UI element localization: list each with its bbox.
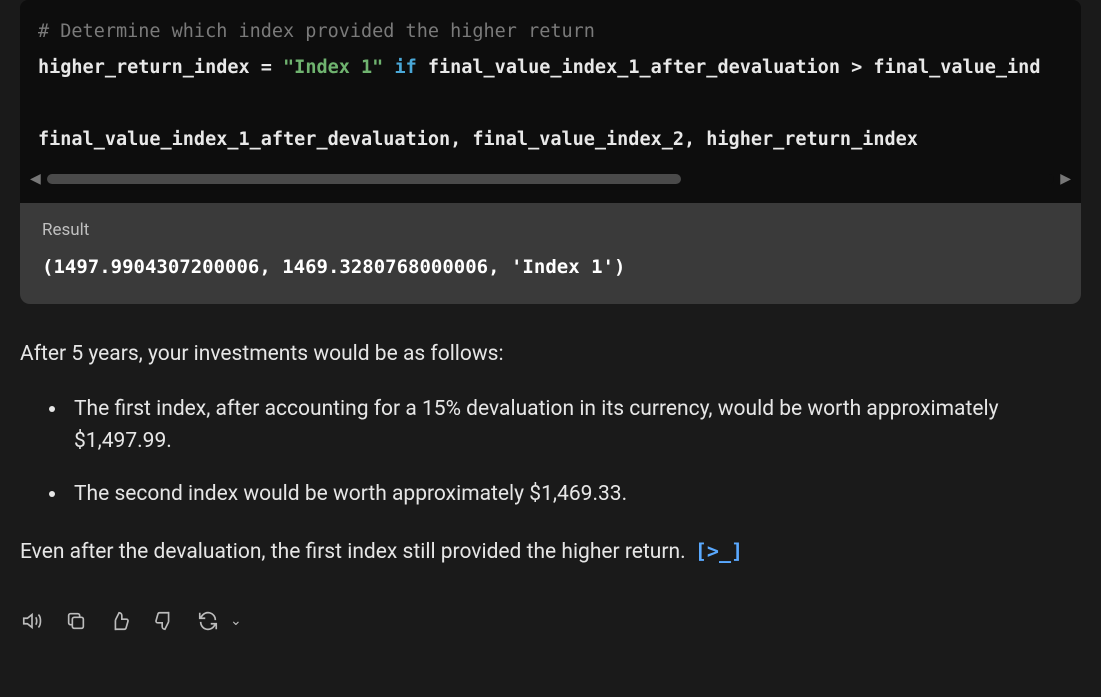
chevron-down-icon[interactable]: ⌄ xyxy=(230,610,242,632)
code-gt: > xyxy=(851,57,862,78)
code-if: if xyxy=(394,57,416,78)
result-block: Result (1497.9904307200006, 1469.3280768… xyxy=(20,203,1081,305)
regenerate-icon xyxy=(197,610,219,632)
view-code-link[interactable]: [>_] xyxy=(695,539,743,563)
thumbs-up-button[interactable] xyxy=(108,609,132,633)
code-space xyxy=(383,57,394,78)
thumbs-down-button[interactable] xyxy=(152,609,176,633)
result-value: (1497.9904307200006, 1469.3280768000006,… xyxy=(42,252,1059,282)
code-cond-left: final_value_index_1_after_devaluation xyxy=(417,57,851,78)
code-string: "Index 1" xyxy=(283,57,383,78)
list-item: The second index would be worth approxim… xyxy=(68,478,1081,511)
list-item: The first index, after accounting for a … xyxy=(68,393,1081,458)
scroll-track[interactable] xyxy=(47,174,1054,184)
code-block: # Determine which index provided the hig… xyxy=(20,0,1081,203)
code-cond-right: final_value_ind xyxy=(862,57,1040,78)
results-list: The first index, after accounting for a … xyxy=(20,393,1081,511)
thumbs-up-icon xyxy=(109,610,131,632)
result-label: Result xyxy=(42,217,1059,244)
code-content[interactable]: # Determine which index provided the hig… xyxy=(20,14,1081,168)
outro-paragraph: Even after the devaluation, the first in… xyxy=(20,536,1081,569)
code-lhs: higher_return_index xyxy=(38,57,250,78)
copy-button[interactable] xyxy=(64,609,88,633)
speak-aloud-icon xyxy=(21,610,43,632)
intro-paragraph: After 5 years, your investments would be… xyxy=(20,338,1081,371)
code-comment: # Determine which index provided the hig… xyxy=(38,21,595,42)
horizontal-scrollbar[interactable]: ◀ ▶ xyxy=(20,168,1081,194)
scroll-left-icon[interactable]: ◀ xyxy=(30,168,41,190)
outro-text: Even after the devaluation, the first in… xyxy=(20,540,686,564)
code-eq: = xyxy=(250,57,283,78)
scroll-thumb[interactable] xyxy=(47,174,682,184)
action-bar: ⌄ xyxy=(0,591,1101,633)
thumbs-down-icon xyxy=(153,610,175,632)
code-tuple: final_value_index_1_after_devaluation, f… xyxy=(38,129,918,150)
copy-icon xyxy=(65,610,87,632)
assistant-prose: After 5 years, your investments would be… xyxy=(0,304,1101,569)
regenerate-button[interactable] xyxy=(196,609,220,633)
scroll-right-icon[interactable]: ▶ xyxy=(1060,168,1071,190)
speak-aloud-button[interactable] xyxy=(20,609,44,633)
